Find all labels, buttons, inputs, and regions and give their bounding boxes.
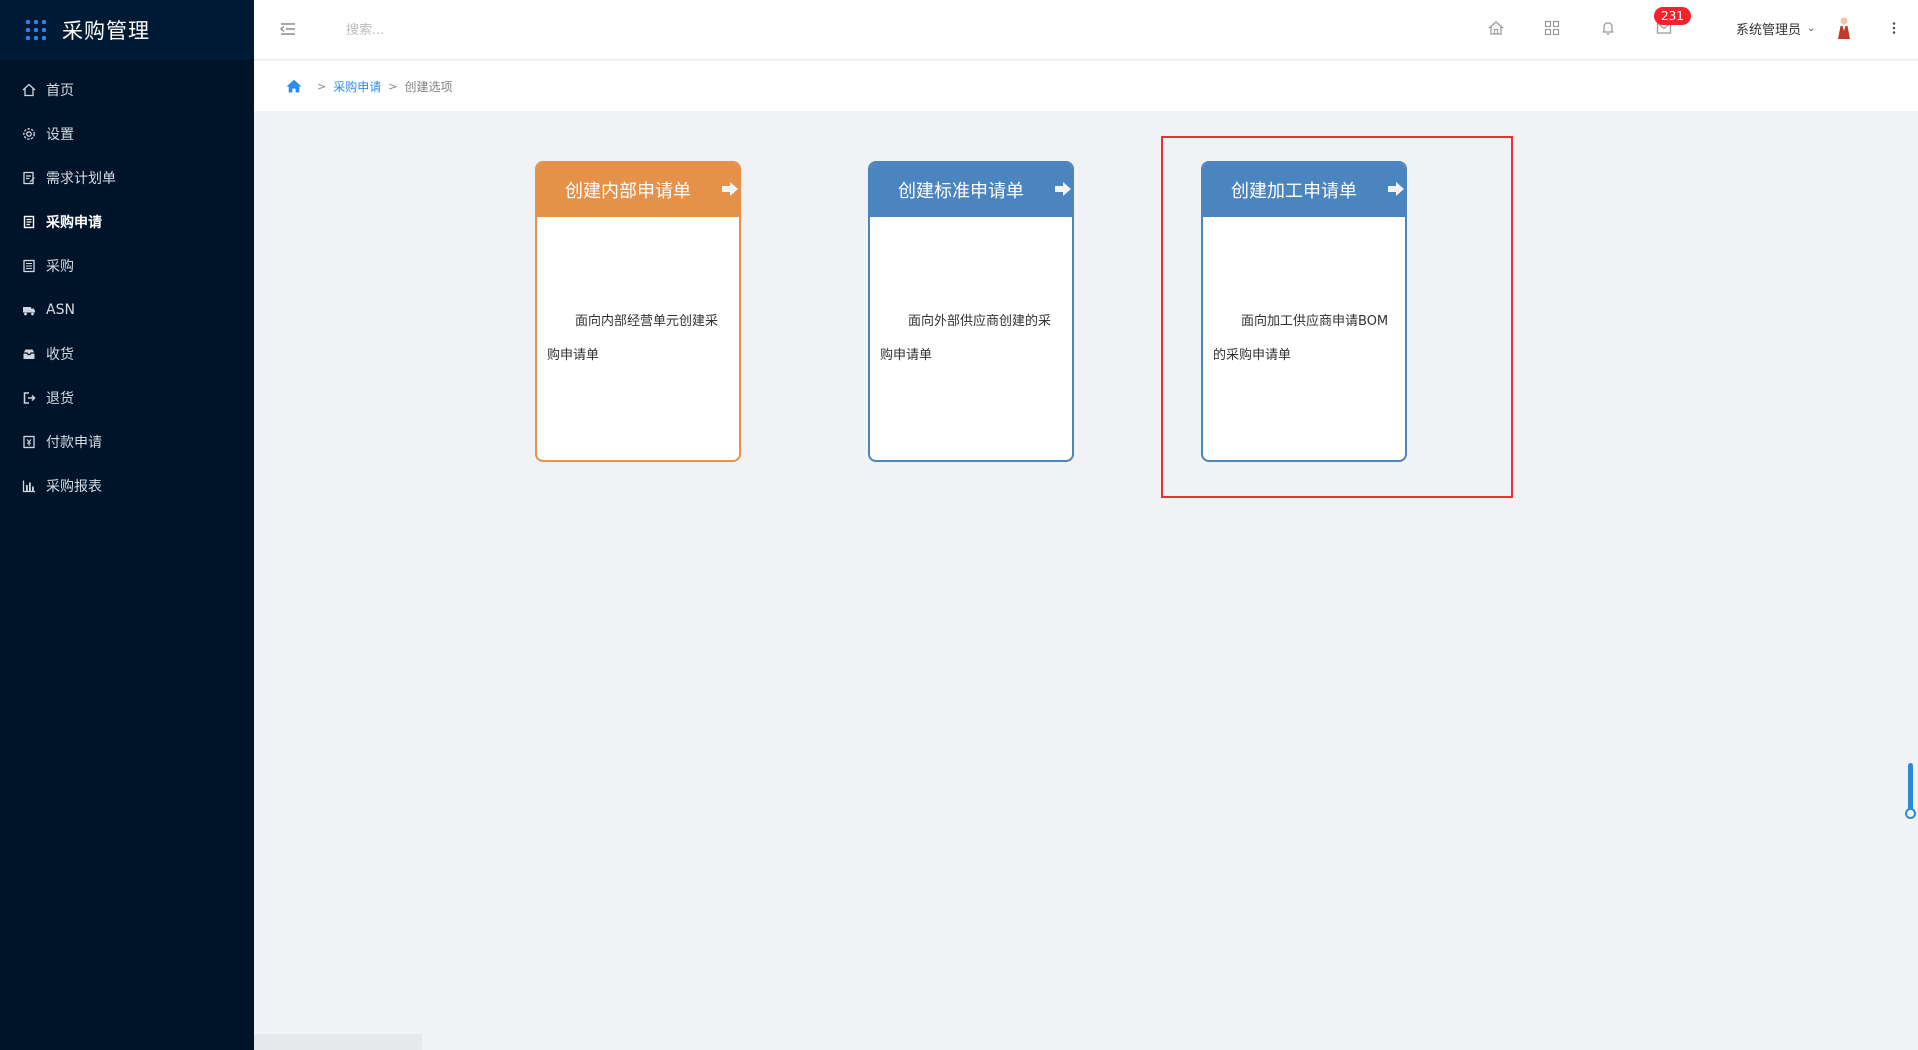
highlight-box [1161, 136, 1513, 498]
sidebar-item-label: 设置 [46, 127, 74, 143]
more-vertical-icon[interactable] [1884, 18, 1904, 38]
apps-grid-icon [26, 20, 46, 40]
menu-collapse-icon[interactable] [278, 19, 298, 39]
sidebar-item-purchase[interactable]: 采购 [0, 244, 254, 288]
scrollbar-handle[interactable] [1905, 808, 1916, 819]
inbox-icon [22, 347, 36, 361]
sidebar-item-asn[interactable]: ASN [0, 288, 254, 332]
search-input[interactable] [344, 18, 584, 42]
arrow-right-icon [721, 181, 739, 197]
bar-chart-icon [22, 479, 36, 493]
card-body: 面向外部供应商创建的采购申请单 [870, 305, 1072, 373]
sidebar-item-label: 首页 [46, 83, 74, 99]
top-header: 231 系统管理员 ⌄ [254, 0, 1918, 60]
sidebar-item-return[interactable]: 退货 [0, 376, 254, 420]
list-doc-icon [22, 259, 36, 273]
sidebar-item-home[interactable]: 首页 [0, 68, 254, 112]
breadcrumb: > 采购申请 > 创建选项 [254, 61, 1918, 111]
notification-badge: 231 [1654, 7, 1691, 25]
sidebar-item-demand-plan[interactable]: 需求计划单 [0, 156, 254, 200]
sidebar-item-label: 收货 [46, 347, 74, 363]
status-strip [254, 1034, 422, 1050]
home-icon[interactable] [1486, 18, 1506, 38]
sidebar-item-payment-request[interactable]: 付款申请 [0, 420, 254, 464]
user-menu[interactable]: 系统管理员 ⌄ [1736, 19, 1815, 38]
truck-icon [22, 303, 36, 317]
card-body: 面向内部经营单元创建采购申请单 [537, 305, 739, 373]
create-standard-request-card[interactable]: 创建标准申请单 面向外部供应商创建的采购申请单 [868, 161, 1074, 462]
chevron-down-icon: ⌄ [1807, 23, 1816, 34]
user-name: 系统管理员 [1736, 23, 1802, 38]
logout-icon [22, 391, 36, 405]
card-header[interactable]: 创建标准申请单 [870, 163, 1072, 217]
breadcrumb-current: 创建选项 [404, 79, 453, 94]
home-icon [22, 83, 36, 97]
card-title: 创建内部申请单 [565, 181, 691, 202]
home-icon[interactable] [286, 79, 302, 93]
breadcrumb-link-purchase-request[interactable]: 采购申请 [333, 78, 381, 95]
sidebar-item-purchase-report[interactable]: 采购报表 [0, 464, 254, 508]
card-description: 面向外部供应商创建的采购申请单 [880, 314, 1052, 363]
arrow-right-icon [1054, 181, 1072, 197]
breadcrumb-separator: > [317, 79, 327, 93]
sidebar-item-settings[interactable]: 设置 [0, 112, 254, 156]
card-header[interactable]: 创建内部申请单 [537, 163, 739, 217]
brand[interactable]: 采购管理 [0, 0, 254, 60]
sidebar: 采购管理 首页 设置 需求计划单 采购申请 采购 ASN 收货 退货 付款申请 … [0, 0, 254, 1050]
gear-icon [22, 127, 36, 141]
sidebar-item-label: 退货 [46, 391, 74, 407]
sidebar-item-label: 采购报表 [46, 479, 102, 495]
sidebar-item-purchase-request[interactable]: 采购申请 [0, 200, 254, 244]
payment-icon [22, 435, 36, 449]
sidebar-item-label: 采购申请 [46, 215, 102, 231]
bell-icon[interactable] [1598, 18, 1618, 38]
sidebar-item-label: 需求计划单 [46, 171, 116, 187]
avatar[interactable] [1836, 16, 1852, 40]
card-description: 面向内部经营单元创建采购申请单 [547, 314, 719, 363]
sidebar-item-label: ASN [46, 302, 75, 318]
create-internal-request-card[interactable]: 创建内部申请单 面向内部经营单元创建采购申请单 [535, 161, 741, 462]
document-icon [22, 215, 36, 229]
edit-doc-icon [22, 171, 36, 185]
sidebar-item-label: 付款申请 [46, 435, 102, 451]
breadcrumb-separator: > [388, 79, 398, 93]
sidebar-item-label: 采购 [46, 259, 74, 275]
sidebar-item-receiving[interactable]: 收货 [0, 332, 254, 376]
card-title: 创建标准申请单 [898, 181, 1024, 202]
app-title: 采购管理 [62, 19, 150, 43]
apps-grid-icon[interactable] [1542, 18, 1562, 38]
sidebar-menu: 首页 设置 需求计划单 采购申请 采购 ASN 收货 退货 付款申请 采购报表 [0, 68, 254, 508]
